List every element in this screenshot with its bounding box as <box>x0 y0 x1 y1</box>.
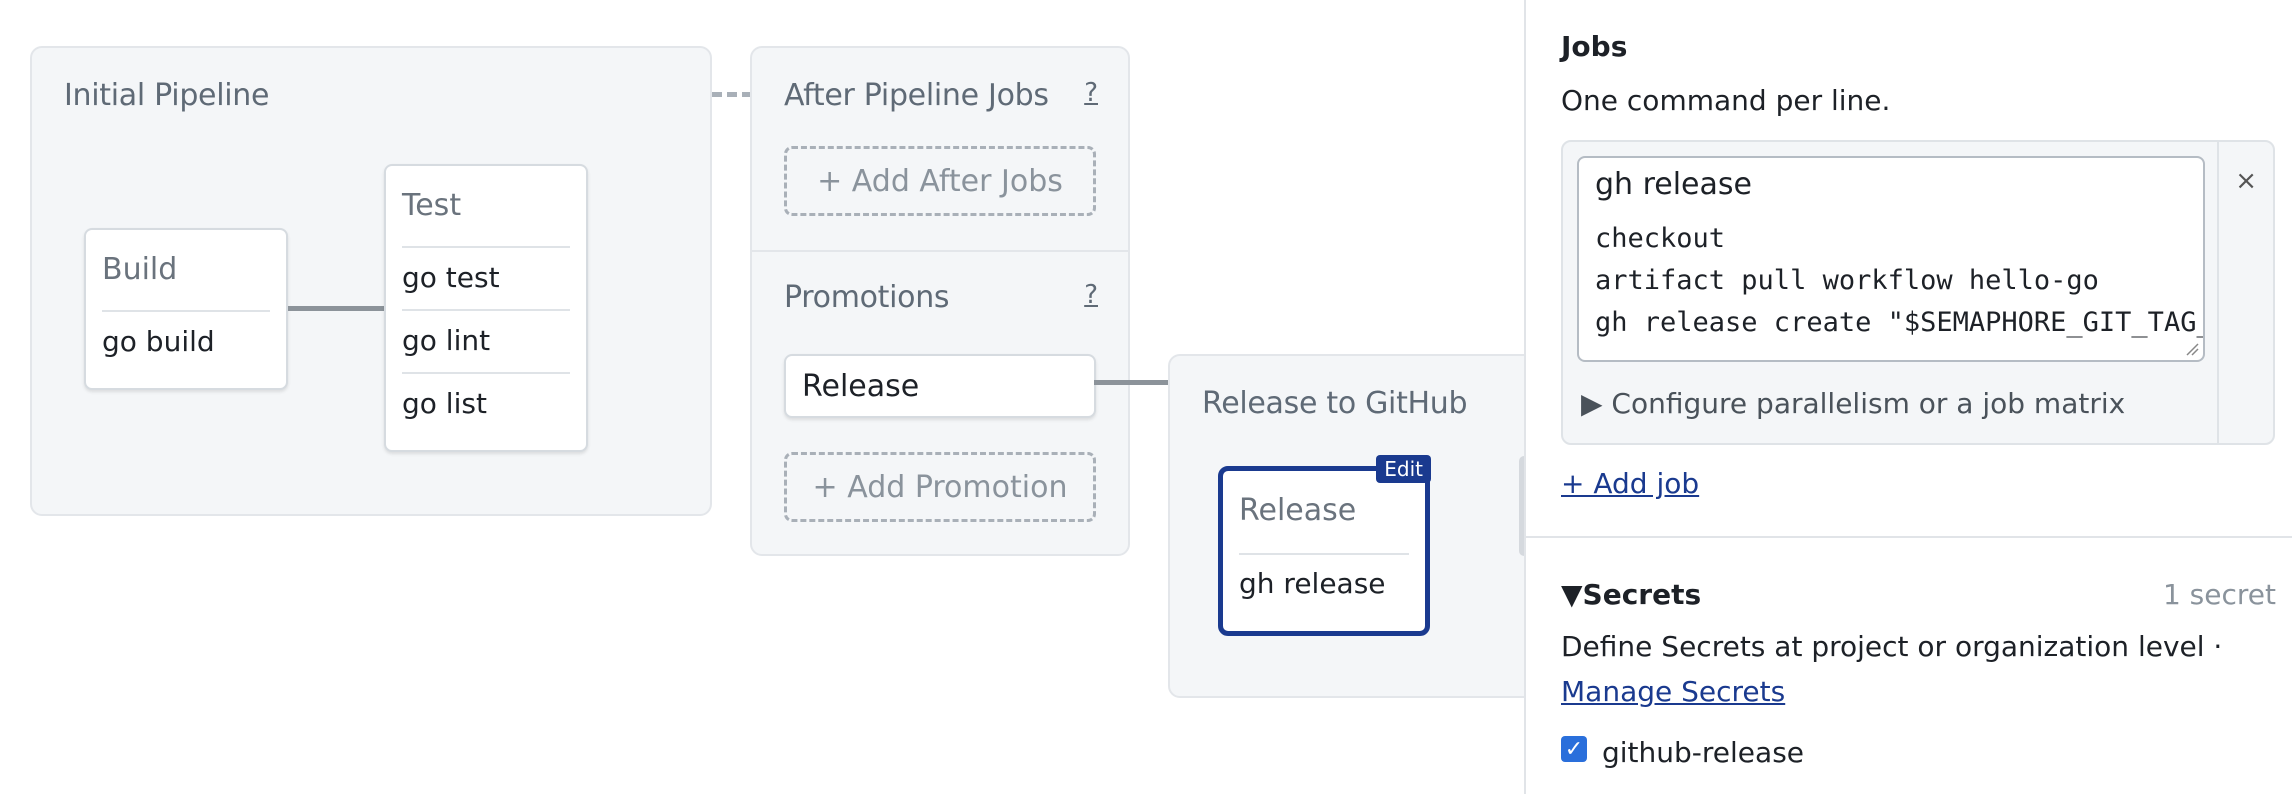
job-commands-textarea[interactable]: checkout artifact pull workflow hello-go… <box>1577 210 2205 362</box>
block-release-to-github[interactable]: Release to GitHub Edit Release gh releas… <box>1168 354 1524 698</box>
job-separator <box>402 246 570 248</box>
job-test[interactable]: Test go test go lint go list <box>384 164 588 452</box>
check-icon: ✓ <box>1564 736 1584 762</box>
job-separator <box>402 372 570 374</box>
edit-badge[interactable]: Edit <box>1376 455 1431 483</box>
add-after-jobs-button[interactable]: + Add After Jobs <box>784 146 1096 216</box>
after-jobs-help-link[interactable]: ? <box>1084 78 1098 108</box>
job-command: go test <box>402 261 500 294</box>
job-command: go list <box>402 387 487 420</box>
secret-name-label: github-release <box>1602 736 1805 769</box>
block-title: Release to GitHub <box>1202 386 1468 421</box>
block-title: Initial Pipeline <box>64 78 270 113</box>
secrets-count: 1 secret <box>2162 578 2276 611</box>
jobs-hint: One command per line. <box>1561 84 1891 117</box>
job-separator <box>102 310 270 312</box>
add-promotion-button[interactable]: + Add Promotion <box>784 452 1096 522</box>
job-release-selected[interactable]: Edit Release gh release <box>1218 455 1431 636</box>
job-editor-panel: Jobs One command per line. gh release ch… <box>1524 0 2292 794</box>
command-line: gh release create "$SEMAPHORE_GIT_TAG_NA… <box>1595 307 2203 338</box>
job-card: gh release checkout artifact pull workfl… <box>1561 140 2275 445</box>
secret-checkbox[interactable]: ✓ <box>1561 736 1587 762</box>
job-command: go build <box>102 325 215 358</box>
job-command: gh release <box>1239 567 1386 600</box>
secrets-heading-toggle[interactable]: ▼Secrets <box>1561 578 1701 611</box>
job-title: Test <box>402 188 462 223</box>
workflow-canvas: Initial Pipeline Build go build Test go … <box>0 0 1524 794</box>
job-title: Release <box>1239 493 1357 528</box>
after-jobs-title: After Pipeline Jobs <box>784 78 1049 113</box>
command-line: checkout <box>1595 223 1726 254</box>
block-after-promotions: After Pipeline Jobs ? + Add After Jobs P… <box>750 46 1130 556</box>
resize-grip-icon[interactable] <box>2185 342 2199 356</box>
job-separator <box>402 309 570 311</box>
job-card-actions: × <box>2217 142 2273 443</box>
section-divider <box>1526 536 2292 538</box>
promotion-release[interactable]: Release <box>784 354 1096 418</box>
promotions-title: Promotions <box>784 280 950 315</box>
job-name-input[interactable]: gh release <box>1577 156 2205 212</box>
remove-job-close-icon[interactable]: × <box>2235 166 2257 196</box>
connector <box>288 306 388 311</box>
manage-secrets-link[interactable]: Manage Secrets <box>1561 675 1785 708</box>
jobs-heading: Jobs <box>1561 30 1628 63</box>
block-initial-pipeline[interactable]: Initial Pipeline Build go build Test go … <box>30 46 712 516</box>
promotions-help-link[interactable]: ? <box>1084 280 1098 310</box>
secrets-hint: Define Secrets at project or organizatio… <box>1561 630 2223 663</box>
section-divider <box>752 250 1128 252</box>
command-line: artifact pull workflow hello-go <box>1595 265 2099 296</box>
job-title: Build <box>102 252 178 287</box>
job-command: go lint <box>402 324 491 357</box>
promotion-connector <box>1094 380 1168 385</box>
dashed-connector <box>712 92 752 97</box>
add-job-link[interactable]: + Add job <box>1561 467 1699 500</box>
configure-parallelism-toggle[interactable]: ▶ Configure parallelism or a job matrix <box>1581 387 2125 420</box>
job-build[interactable]: Build go build <box>84 228 288 390</box>
job-separator <box>1239 553 1409 555</box>
